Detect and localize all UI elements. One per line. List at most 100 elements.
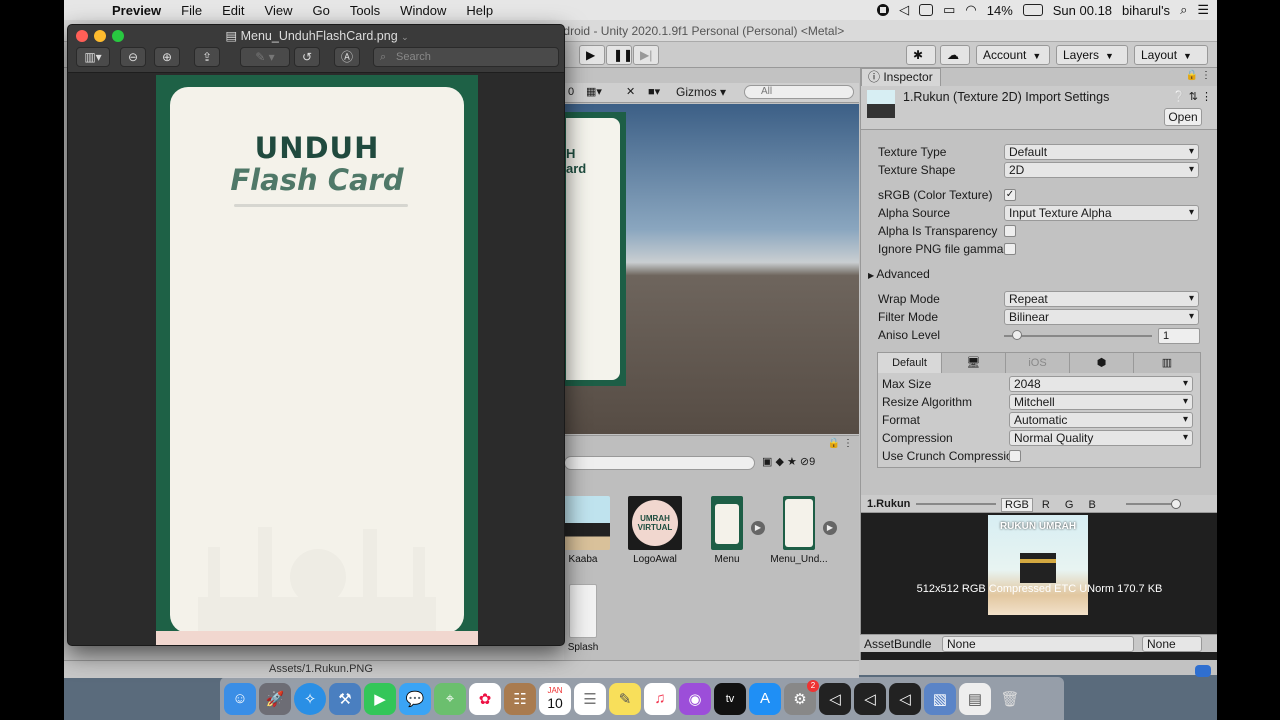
wrap-mode-dropdown[interactable]: Repeat	[1004, 291, 1199, 307]
aniso-slider-handle[interactable]	[1012, 330, 1022, 340]
play-button[interactable]: ▶	[579, 45, 605, 65]
scene-2d-toggle[interactable]: 0	[568, 86, 574, 98]
user-name[interactable]: biharul's	[1122, 3, 1170, 18]
trash-icon[interactable]: 🗑	[994, 683, 1026, 715]
rotate-button[interactable]: ↺	[294, 47, 320, 67]
scene-grid-icon[interactable]: ▦▾	[586, 85, 602, 98]
scene-card-object[interactable]: Hard	[564, 112, 626, 386]
scene-view[interactable]: Hard	[564, 104, 859, 434]
reminders-icon[interactable]: ☰	[574, 682, 606, 715]
control-center-icon[interactable]: ☰	[1197, 2, 1209, 18]
texture-shape-dropdown[interactable]: 2D	[1004, 162, 1199, 178]
document-title[interactable]: ▤ Menu_UnduhFlashCard.png ⌄	[68, 28, 564, 43]
alpha-transparency-checkbox[interactable]	[1004, 225, 1016, 237]
layers-dropdown[interactable]: Layers ▼	[1056, 45, 1128, 65]
xcode-icon[interactable]: ⚒	[329, 682, 361, 715]
screen-icon[interactable]	[919, 4, 934, 16]
channel-rgb[interactable]: RGB	[1001, 498, 1033, 512]
ignore-png-checkbox[interactable]	[1004, 243, 1016, 255]
display-icon[interactable]: ▭	[943, 2, 955, 18]
unity-icon[interactable]: ◁	[854, 682, 886, 715]
wifi-icon[interactable]: ◠	[965, 2, 976, 18]
project-filter-icons[interactable]: ▣ ◆ ★ ⊘9	[762, 455, 815, 468]
appstore-icon[interactable]: A	[749, 682, 781, 715]
project-lock-icon[interactable]: 🔒 ⋮	[828, 438, 853, 449]
preview-search-input[interactable]: ⌕ Search	[373, 47, 559, 67]
channel-b[interactable]: B	[1083, 499, 1102, 511]
tag-icon[interactable]	[1195, 665, 1211, 677]
scene-camera-icon[interactable]: ■▾	[648, 85, 660, 98]
crunch-checkbox[interactable]	[1009, 450, 1021, 462]
step-button[interactable]: ▶|	[633, 45, 659, 65]
resize-algorithm-dropdown[interactable]: Mitchell	[1009, 394, 1193, 410]
assetbundle-dropdown[interactable]: None	[942, 636, 1134, 652]
launchpad-icon[interactable]: 🚀	[259, 682, 291, 715]
markup-pen-button[interactable]: ✎ ▾	[240, 47, 290, 67]
channel-g[interactable]: G	[1059, 499, 1080, 511]
messages-icon[interactable]: 💬	[399, 682, 431, 715]
menu-file[interactable]: File	[171, 3, 212, 18]
tab-platform-ios[interactable]: iOS	[1006, 353, 1070, 373]
mip-slider[interactable]	[1126, 503, 1176, 505]
menu-view[interactable]: View	[255, 3, 303, 18]
filter-mode-dropdown[interactable]: Bilinear	[1004, 309, 1199, 325]
zoom-in-button[interactable]: ⊕	[154, 47, 180, 67]
zoom-out-button[interactable]: ⊖	[120, 47, 146, 67]
alpha-source-dropdown[interactable]: Input Texture Alpha	[1004, 205, 1199, 221]
facetime-icon[interactable]: ▶	[364, 682, 396, 715]
clock[interactable]: Sun 00.18	[1053, 3, 1112, 18]
sidebar-toggle-button[interactable]: ▥▾	[76, 47, 110, 67]
spotlight-icon[interactable]: ⌕	[1180, 2, 1187, 18]
preview-icon[interactable]: ▧	[924, 682, 956, 715]
settings-icon[interactable]: ⚙ 2	[784, 679, 819, 715]
textedit-icon[interactable]: ▤	[959, 682, 991, 715]
unity-icon-2[interactable]: ◁	[889, 682, 921, 715]
menu-help[interactable]: Help	[456, 3, 503, 18]
channel-buttons[interactable]: RGB R G B	[1001, 496, 1102, 514]
menu-edit[interactable]: Edit	[212, 3, 254, 18]
collab-icon[interactable]: ✱	[906, 45, 936, 65]
scene-search-input[interactable]: All	[744, 85, 854, 99]
unity-hub-icon[interactable]: ◁	[819, 682, 851, 715]
channel-r[interactable]: R	[1036, 499, 1056, 511]
aniso-slider-track[interactable]	[1004, 335, 1152, 337]
mip-slider-handle[interactable]	[1171, 499, 1181, 509]
safari-icon[interactable]: ✧	[294, 682, 326, 715]
battery-percent[interactable]: 14%	[987, 3, 1013, 18]
texture-type-dropdown[interactable]: Default	[1004, 144, 1199, 160]
share-button[interactable]: ⇪	[194, 47, 220, 67]
expand-arrow-icon-2[interactable]: ▶	[823, 521, 837, 535]
help-icon[interactable]: ❔ ⇅ ⋮	[1172, 90, 1212, 103]
photos-icon[interactable]: ✿	[469, 682, 501, 715]
open-button[interactable]: Open	[1164, 108, 1202, 126]
finder-icon[interactable]: ☺	[224, 682, 256, 715]
menu-tools[interactable]: Tools	[340, 3, 390, 18]
unity-status-icon[interactable]: ◁	[899, 2, 909, 18]
pause-button[interactable]: ❚❚	[606, 45, 633, 65]
inspector-lock-icon[interactable]: 🔒 ⋮	[1186, 70, 1211, 81]
notes-icon[interactable]: ✎	[609, 682, 641, 715]
compression-dropdown[interactable]: Normal Quality	[1009, 430, 1193, 446]
music-icon[interactable]: ♫	[644, 682, 676, 715]
advanced-foldout[interactable]: ▶ Advanced	[868, 265, 930, 283]
menu-go[interactable]: Go	[302, 3, 339, 18]
expand-arrow-icon[interactable]: ▶	[751, 521, 765, 535]
contacts-icon[interactable]: ☷	[504, 682, 536, 715]
scene-tools-icon[interactable]: ✕	[626, 85, 635, 98]
calendar-icon[interactable]: JAN 10	[539, 682, 571, 715]
menu-window[interactable]: Window	[390, 3, 456, 18]
tab-platform-webgl[interactable]: ▥	[1134, 353, 1200, 373]
assetbundle-variant-dropdown[interactable]: None	[1142, 636, 1202, 652]
tab-platform-android[interactable]: ⬢	[1070, 353, 1134, 373]
battery-icon[interactable]	[1022, 4, 1043, 16]
tab-inspector[interactable]: ⓘ Inspector	[861, 68, 941, 86]
gizmos-dropdown[interactable]: Gizmos ▾	[676, 85, 726, 99]
format-dropdown[interactable]: Automatic	[1009, 412, 1193, 428]
tab-platform-default[interactable]: Default	[878, 353, 942, 373]
layout-dropdown[interactable]: Layout ▼	[1134, 45, 1208, 65]
aniso-level-input[interactable]: 1	[1158, 328, 1200, 344]
cloud-icon[interactable]: ☁	[940, 45, 970, 65]
markup-button[interactable]: Ⓐ	[334, 47, 360, 67]
maps-icon[interactable]: ⌖	[434, 682, 466, 715]
tab-platform-standalone[interactable]: 🖥	[942, 353, 1006, 373]
